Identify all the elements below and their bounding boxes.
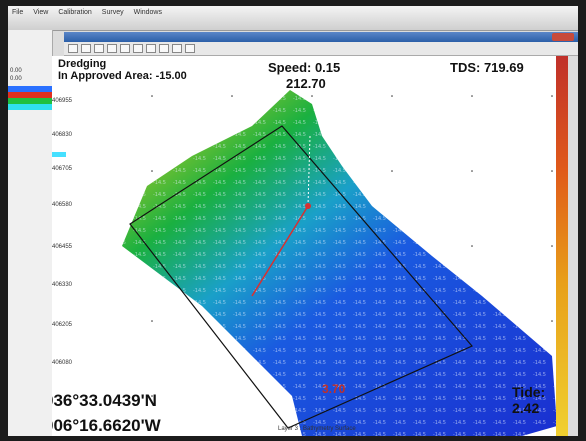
grid-tick-label: 406205 xyxy=(52,322,73,328)
speed-readout: Speed: 0.15 xyxy=(268,60,341,75)
menu-view[interactable]: View xyxy=(33,9,48,16)
grid-icon[interactable] xyxy=(146,44,156,53)
grid-tick-label: 406580 xyxy=(52,202,73,208)
grid-tick-label: 406705 xyxy=(52,166,73,172)
monitor-frame: File View Calibration Survey Windows 0.0… xyxy=(0,0,586,441)
zoom-in-icon[interactable] xyxy=(68,44,78,53)
axis-highlight xyxy=(52,152,66,157)
approved-area-readout: In Approved Area: -15.00 xyxy=(58,70,187,82)
mode-label: Dredging xyxy=(58,58,107,70)
vessel-marker[interactable] xyxy=(305,203,311,209)
menu-bar: File View Calibration Survey Windows xyxy=(8,6,578,31)
bathymetry-map[interactable]: -14.5 xyxy=(52,56,568,436)
menu-survey[interactable]: Survey xyxy=(102,9,124,16)
window-close-button[interactable] xyxy=(552,33,574,41)
depth-readout: 3.70 xyxy=(322,382,346,396)
grid-tick-label: 406080 xyxy=(52,360,73,366)
delete-icon[interactable] xyxy=(185,44,195,53)
menu-file[interactable]: File xyxy=(12,9,23,16)
menu-windows[interactable]: Windows xyxy=(134,9,162,16)
heading-readout: 212.70 xyxy=(286,76,326,91)
latitude-readout: 036°33.0439'N xyxy=(52,391,157,410)
grid-tick-label: 406330 xyxy=(52,282,73,288)
settings-icon[interactable] xyxy=(172,44,182,53)
measure-icon[interactable] xyxy=(120,44,130,53)
left-value-1: 0.00 xyxy=(10,68,22,74)
status-bar-text: Layer 3 : Bathymetry Surface xyxy=(278,426,356,432)
grid-tick-label: 406830 xyxy=(52,132,73,138)
pan-icon[interactable] xyxy=(94,44,104,53)
zoom-out-icon[interactable] xyxy=(81,44,91,53)
screen: File View Calibration Survey Windows 0.0… xyxy=(8,6,578,436)
legend-swatch-cyan xyxy=(8,104,52,110)
toolbar xyxy=(64,42,578,56)
select-icon[interactable] xyxy=(107,44,117,53)
left-value-2: 0.00 xyxy=(10,76,22,82)
longitude-readout: 006°16.6620'W xyxy=(52,416,161,435)
grid-tick-label: 406455 xyxy=(52,244,73,250)
menu-items: File View Calibration Survey Windows xyxy=(12,9,162,16)
tds-readout: TDS: 719.69 xyxy=(450,60,524,75)
layers-icon[interactable] xyxy=(133,44,143,53)
refresh-icon[interactable] xyxy=(159,44,169,53)
window-title-bar[interactable] xyxy=(64,32,578,42)
depth-color-scale xyxy=(556,56,568,436)
menu-calibration[interactable]: Calibration xyxy=(58,9,91,16)
left-panel: 0.00 0.00 xyxy=(8,30,53,436)
grid-tick-label: 406955 xyxy=(52,98,73,104)
map-viewport[interactable]: -14.5 406955 406830 xyxy=(52,56,568,436)
